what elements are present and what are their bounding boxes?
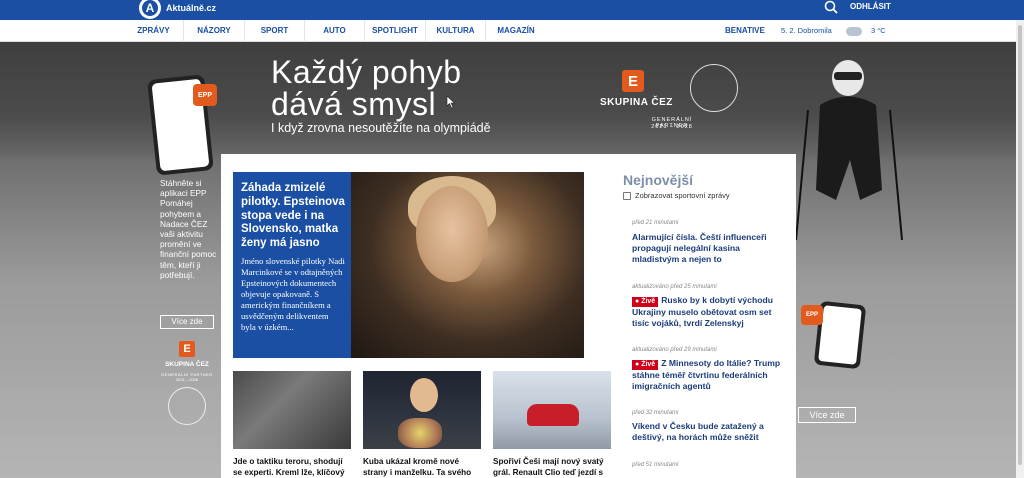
sport-news-checkbox[interactable] xyxy=(623,192,631,200)
nav-item-auto[interactable]: AUTO xyxy=(305,20,365,42)
epp-badge-left: EPP xyxy=(193,84,217,106)
news-time: před 21 minutami xyxy=(632,220,679,226)
news-title[interactable]: Víkend v Česku bude zatažený a deštivý, … xyxy=(632,421,784,443)
news-time: před 51 minutami xyxy=(632,462,679,468)
news-item-live[interactable]: ● Živě Z Minnesoty do Itálie? Trump stáhn… xyxy=(632,358,784,392)
skier-illustration-icon xyxy=(795,60,903,241)
nav-item-nazory[interactable]: NÁZORY xyxy=(184,20,245,42)
thumb-2-flowers xyxy=(398,418,442,448)
latest-title: Nejnovější xyxy=(623,172,694,188)
nav-item-magazin[interactable]: MAGAZÍN xyxy=(486,20,546,42)
cez-name: SKUPINA ČEZ xyxy=(600,97,673,108)
brand-name[interactable]: Aktuálně.cz xyxy=(166,3,216,13)
thumb-2-person xyxy=(410,378,438,412)
article-thumb-1[interactable] xyxy=(233,371,351,449)
news-time: před 32 minutami xyxy=(632,410,679,416)
news-time: aktualizováno před 29 minutami xyxy=(632,347,717,353)
article-caption-1[interactable]: Jde o taktiku teroru, shodují se experti… xyxy=(233,456,351,478)
cez-name-small: SKUPINA ČEZ xyxy=(165,361,209,368)
news-title[interactable]: Alarmující čísla. Čeští influenceři prop… xyxy=(632,232,784,265)
more-button-right[interactable]: Více zde xyxy=(798,407,856,423)
cez-logo-small-icon: E xyxy=(179,341,195,357)
logo-letter: A xyxy=(142,0,158,16)
search-icon[interactable] xyxy=(824,0,838,14)
news-time: aktualizováno před 25 minutami xyxy=(632,284,717,290)
epp-badge-right: EPP xyxy=(801,305,823,325)
nameday: 5. 2. Dobromila xyxy=(781,26,832,35)
cez-logo-icon: E xyxy=(622,70,644,92)
general-partner-years: 2021 – 2028 xyxy=(651,124,693,130)
live-badge: ● Živě xyxy=(632,297,659,307)
nav-item-benative[interactable]: BENATIVE xyxy=(725,20,765,42)
nav-item-sport[interactable]: SPORT xyxy=(245,20,305,42)
cloud-icon xyxy=(846,27,862,36)
article-caption-3[interactable]: Spořiví Češi mají nový svatý grál. Renau… xyxy=(493,456,611,478)
featured-article-perex: Jméno slovenské pilotky Nadi Marcinkové … xyxy=(241,256,345,332)
olympic-team-seal-small-icon xyxy=(168,387,206,425)
thumb-3-car xyxy=(527,404,579,426)
article-caption-2[interactable]: Kuba ukázal kromě nové strany i manželku… xyxy=(363,456,481,478)
more-button-left[interactable]: Více zde xyxy=(160,315,214,329)
news-item-live[interactable]: ● Živě Rusko by k dobytí východu Ukrajiny… xyxy=(632,295,784,329)
sport-news-checkbox-label[interactable]: Zobrazovat sportovní zprávy xyxy=(635,191,730,200)
mouse-cursor-icon xyxy=(446,95,456,109)
featured-photo-face xyxy=(416,186,488,282)
ad-subline: I když zrovna nesoutěžíte na olympiádě xyxy=(271,121,491,135)
nav-item-kultura[interactable]: KULTURA xyxy=(426,20,486,42)
main-nav: ZPRÁVY NÁZORY SPORT AUTO SPOTLIGHT KULTU… xyxy=(0,20,1016,42)
general-partner-years-small: 2021 – 2028 xyxy=(175,377,199,382)
ad-headline-2: dává smysl xyxy=(271,86,437,122)
nav-item-zpravy[interactable]: ZPRÁVY xyxy=(124,20,184,42)
scrollbar-thumb[interactable] xyxy=(1018,25,1022,465)
nav-item-spotlight[interactable]: SPOTLIGHT xyxy=(365,20,426,42)
weather-temp: 3 °C xyxy=(871,26,886,35)
live-badge: ● Živě xyxy=(632,360,659,370)
logout-link[interactable]: ODHLÁSIT xyxy=(850,2,891,11)
ad-side-text: Stáhněte si aplikaci EPP Pomáhej pohybem… xyxy=(160,178,217,280)
olympic-team-seal-icon xyxy=(690,64,738,112)
featured-article-title[interactable]: Záhada zmizelé pilotky. Epsteinova stopa… xyxy=(241,182,345,251)
